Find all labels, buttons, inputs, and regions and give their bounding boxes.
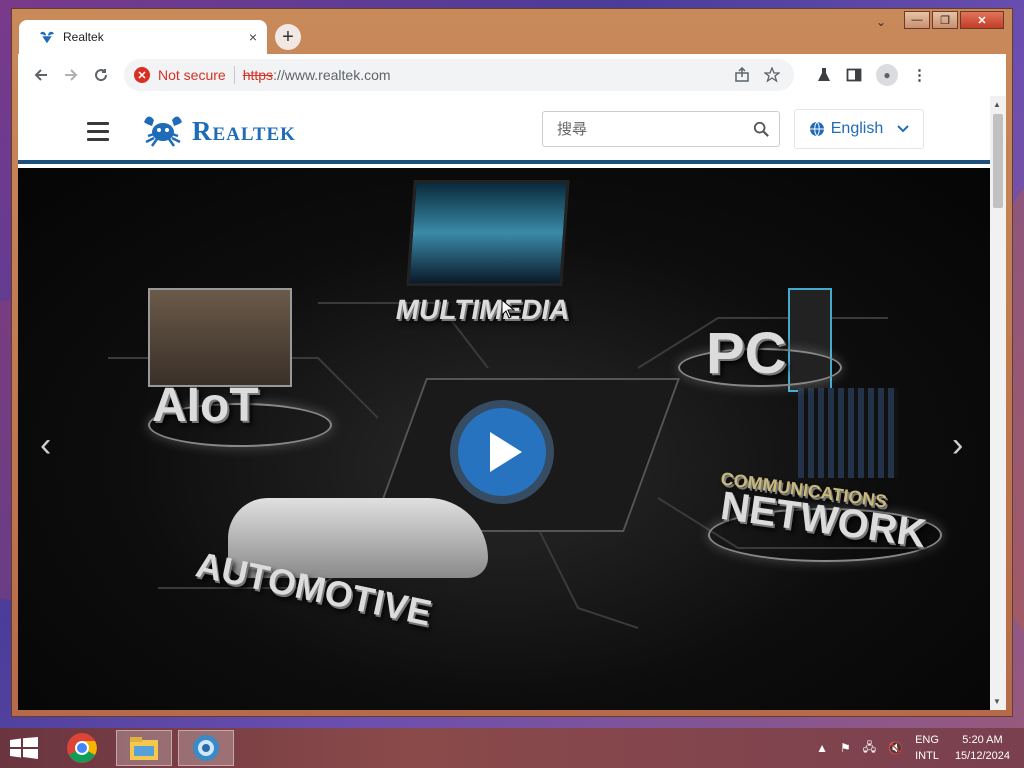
not-secure-icon[interactable]: ✕ <box>134 67 150 83</box>
page-viewport: Realtek English <box>18 96 1006 710</box>
minimize-button[interactable]: — <box>904 11 930 29</box>
search-input[interactable] <box>555 119 753 139</box>
tab-search-chevron-icon[interactable]: ⌄ <box>876 15 886 29</box>
show-hidden-icons-icon[interactable]: ▲ <box>816 741 828 755</box>
scroll-thumb[interactable] <box>993 114 1003 208</box>
site-search <box>542 111 780 147</box>
site-header: Realtek English <box>18 96 990 164</box>
window-controls: — ❐ ✕ <box>904 11 1004 29</box>
mouse-cursor-icon <box>501 299 515 319</box>
globe-app-icon <box>193 735 219 761</box>
not-secure-label[interactable]: Not secure <box>158 67 226 83</box>
lang-line2: INTL <box>915 750 939 762</box>
chrome-icon <box>67 733 97 763</box>
more-menu-icon[interactable]: ⋮ <box>912 66 927 84</box>
close-window-button[interactable]: ✕ <box>960 11 1004 29</box>
realtek-crab-logo-icon <box>144 116 182 147</box>
hamburger-menu-icon[interactable] <box>87 122 109 146</box>
browser-toolbar: ✕ Not secure https ://www.realtek.com ● … <box>18 54 1006 96</box>
taskbar-chrome-button[interactable] <box>54 730 110 766</box>
taskbar-file-explorer-button[interactable] <box>116 730 172 766</box>
realtek-favicon-icon <box>40 31 54 44</box>
tab-realtek[interactable]: Realtek × <box>19 20 267 54</box>
label-pc: PC <box>706 321 787 386</box>
server-rack-graphic <box>798 388 898 478</box>
hero-carousel[interactable]: MULTIMEDIA PC AIoT AUTOMOTIVE COMMUNICAT… <box>18 168 990 710</box>
lang-line1: ENG <box>915 734 939 746</box>
chevron-down-icon <box>897 125 909 133</box>
tab-title: Realtek <box>63 30 104 44</box>
realtek-logo[interactable]: Realtek <box>140 112 296 150</box>
page-scrollbar[interactable]: ▲ ▼ <box>990 96 1006 710</box>
carousel-prev-arrow-icon[interactable]: ‹ <box>40 426 51 465</box>
new-tab-button[interactable]: + <box>275 24 301 50</box>
url-text: ://www.realtek.com <box>273 67 391 83</box>
omnibox-actions <box>734 67 780 83</box>
folder-icon <box>130 737 158 760</box>
carousel-next-arrow-icon[interactable]: › <box>952 426 963 465</box>
network-icon[interactable]: 🖧 <box>863 738 876 759</box>
bookmark-star-icon[interactable] <box>764 67 780 83</box>
reload-button[interactable] <box>86 60 116 90</box>
globe-icon <box>809 121 824 137</box>
browser-window: ⌄ — ❐ ✕ Realtek × + ✕ Not secure https :… <box>11 8 1013 717</box>
address-bar[interactable]: ✕ Not secure https ://www.realtek.com <box>124 59 794 91</box>
language-label: English <box>830 120 884 137</box>
taskbar-network-app-button[interactable] <box>178 730 234 766</box>
action-center-flag-icon[interactable]: ⚑ <box>840 741 851 755</box>
search-icon[interactable] <box>753 120 769 138</box>
play-video-button[interactable] <box>450 400 554 504</box>
divider <box>233 66 235 84</box>
play-icon <box>490 432 522 472</box>
labs-flask-icon[interactable] <box>816 67 832 83</box>
smart-home-graphic <box>148 288 292 387</box>
back-button[interactable] <box>26 60 56 90</box>
input-language-indicator[interactable]: ENG INTL <box>915 732 939 764</box>
clock-time: 5:20 AM <box>962 734 1003 746</box>
logo-text: Realtek <box>192 115 296 146</box>
arrow-left-icon <box>34 69 47 81</box>
label-multimedia: MULTIMEDIA <box>393 294 573 325</box>
language-selector[interactable]: English <box>794 109 924 149</box>
clock[interactable]: 5:20 AM 15/12/2024 <box>955 732 1010 764</box>
forward-button[interactable] <box>56 60 86 90</box>
volume-muted-icon[interactable]: 🔇 <box>888 741 903 755</box>
monitor-graphic <box>406 180 570 286</box>
scroll-up-icon[interactable]: ▲ <box>993 100 1001 109</box>
side-panel-icon[interactable] <box>846 67 862 83</box>
toolbar-actions: ● ⋮ <box>816 64 927 86</box>
taskbar: ▲ ⚑ 🖧 🔇 ENG INTL 5:20 AM 15/12/2024 <box>0 728 1024 768</box>
scroll-down-icon[interactable]: ▼ <box>993 697 1001 706</box>
url-protocol: https <box>242 67 274 83</box>
windows-start-icon[interactable] <box>10 737 38 759</box>
maximize-button[interactable]: ❐ <box>932 11 958 29</box>
clock-date: 15/12/2024 <box>954 750 1010 762</box>
share-icon[interactable] <box>734 67 750 83</box>
reload-icon <box>95 69 108 82</box>
system-tray: ▲ ⚑ 🖧 🔇 ENG INTL 5:20 AM 15/12/2024 <box>810 728 1024 768</box>
label-aiot: AIoT <box>152 379 259 432</box>
profile-avatar-icon[interactable]: ● <box>876 64 898 86</box>
tab-close-icon[interactable]: × <box>249 29 257 45</box>
arrow-right-icon <box>65 69 78 81</box>
